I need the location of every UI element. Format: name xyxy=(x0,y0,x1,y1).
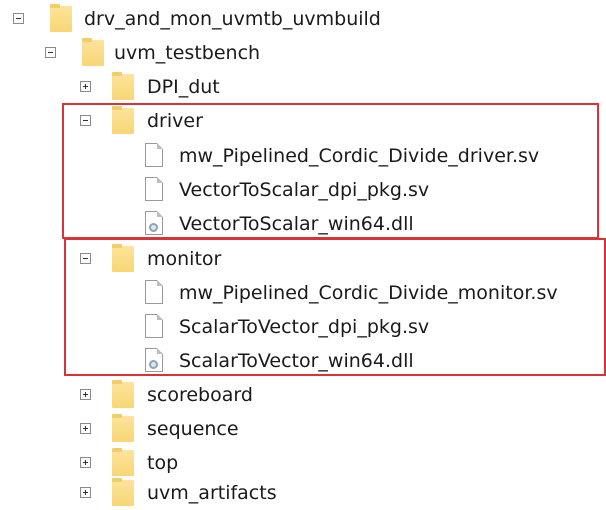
tree-node-label: scoreboard xyxy=(147,384,253,406)
tree-node-dpi-dut[interactable]: DPI_dut xyxy=(0,70,606,104)
folder-icon xyxy=(112,72,134,100)
expand-icon[interactable] xyxy=(80,389,91,400)
collapse-icon[interactable] xyxy=(45,47,56,58)
tree-node-uvm-artifacts[interactable]: uvm_artifacts xyxy=(0,476,606,510)
expand-icon[interactable] xyxy=(80,457,91,468)
folder-icon xyxy=(112,448,134,476)
expand-icon[interactable] xyxy=(80,487,91,498)
tree-node-label: uvm_artifacts xyxy=(147,482,277,504)
tree-node-label: drv_and_mon_uvmtb_uvmbuild xyxy=(84,8,381,30)
tree-node-label: top xyxy=(147,452,179,474)
tree-node-sequence[interactable]: sequence xyxy=(0,412,606,446)
tree-node-label: sequence xyxy=(147,418,239,440)
tree-node-uvm-testbench[interactable]: uvm_testbench xyxy=(0,36,606,70)
collapse-icon[interactable] xyxy=(13,13,24,24)
folder-icon xyxy=(112,414,134,442)
driver-highlight-box xyxy=(62,103,599,239)
tree-node-scoreboard[interactable]: scoreboard xyxy=(0,378,606,412)
folder-icon xyxy=(50,4,72,32)
tree-node-top[interactable]: top xyxy=(0,446,606,480)
folder-icon xyxy=(82,38,104,66)
monitor-highlight-box xyxy=(64,238,606,376)
tree-node-root[interactable]: drv_and_mon_uvmtb_uvmbuild xyxy=(0,2,606,36)
file-tree: drv_and_mon_uvmtb_uvmbuild uvm_testbench… xyxy=(0,0,606,510)
expand-icon[interactable] xyxy=(80,81,91,92)
folder-icon xyxy=(112,380,134,408)
folder-icon xyxy=(112,478,134,506)
expand-icon[interactable] xyxy=(80,423,91,434)
tree-node-label: uvm_testbench xyxy=(114,42,261,64)
tree-node-label: DPI_dut xyxy=(147,76,220,98)
